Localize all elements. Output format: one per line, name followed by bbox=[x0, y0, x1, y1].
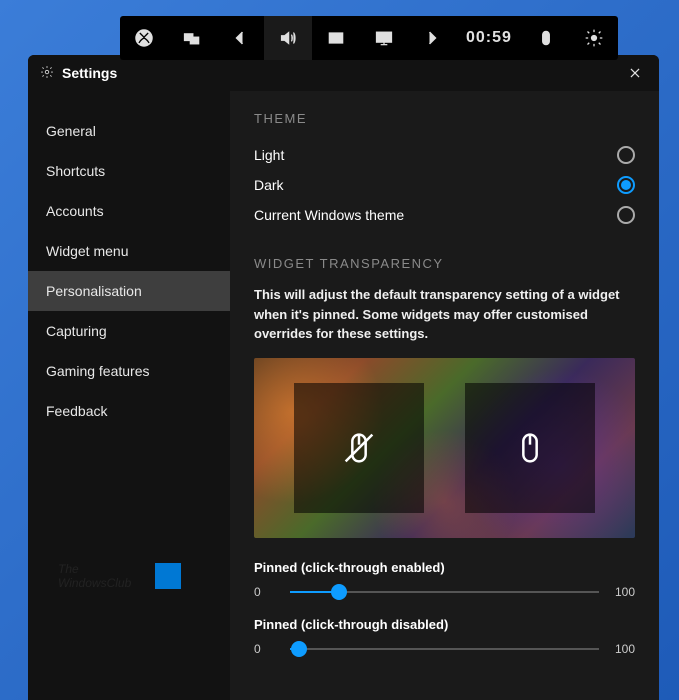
sidebar-item-gaming-features[interactable]: Gaming features bbox=[28, 351, 230, 391]
watermark-square-icon bbox=[155, 563, 181, 589]
theme-option-light[interactable]: Light bbox=[254, 140, 635, 170]
mouse-icon[interactable] bbox=[522, 16, 570, 60]
preview-box-noclickthrough[interactable] bbox=[465, 383, 595, 513]
sidebar-item-shortcuts[interactable]: Shortcuts bbox=[28, 151, 230, 191]
audio-icon[interactable] bbox=[264, 16, 312, 60]
performance-icon[interactable] bbox=[360, 16, 408, 60]
watermark-line2: WindowsClub bbox=[58, 576, 131, 590]
slider-clickthrough-disabled: Pinned (click-through disabled) 0 100 bbox=[254, 617, 635, 656]
chevron-left-icon[interactable] bbox=[216, 16, 264, 60]
slider-max: 100 bbox=[611, 642, 635, 656]
chevron-right-icon[interactable] bbox=[408, 16, 456, 60]
transparency-preview bbox=[254, 358, 635, 538]
settings-content: THEME Light Dark Current Windows theme W… bbox=[230, 91, 659, 700]
theme-option-current-windows[interactable]: Current Windows theme bbox=[254, 200, 635, 230]
panel-header: Settings bbox=[28, 55, 659, 91]
watermark: The WindowsClub bbox=[58, 562, 181, 590]
radio-icon bbox=[617, 206, 635, 224]
xbox-icon[interactable] bbox=[120, 16, 168, 60]
mouse-on-icon bbox=[510, 428, 550, 468]
radio-icon bbox=[617, 146, 635, 164]
sidebar-item-accounts[interactable]: Accounts bbox=[28, 191, 230, 231]
settings-icon[interactable] bbox=[570, 16, 618, 60]
sidebar-item-widget-menu[interactable]: Widget menu bbox=[28, 231, 230, 271]
slider-label: Pinned (click-through disabled) bbox=[254, 617, 635, 632]
settings-sidebar: General Shortcuts Accounts Widget menu P… bbox=[28, 91, 230, 700]
theme-section-title: THEME bbox=[254, 111, 635, 126]
widgets-icon[interactable] bbox=[168, 16, 216, 60]
panel-title: Settings bbox=[62, 65, 117, 81]
sidebar-item-personalisation[interactable]: Personalisation bbox=[28, 271, 230, 311]
sidebar-item-general[interactable]: General bbox=[28, 111, 230, 151]
preview-box-clickthrough[interactable] bbox=[294, 383, 424, 513]
slider-min: 0 bbox=[254, 585, 278, 599]
theme-option-label: Light bbox=[254, 147, 284, 163]
slider-label: Pinned (click-through enabled) bbox=[254, 560, 635, 575]
slider-min: 0 bbox=[254, 642, 278, 656]
transparency-section-title: WIDGET TRANSPARENCY bbox=[254, 256, 635, 271]
slider-track[interactable] bbox=[290, 591, 599, 593]
settings-panel: Settings General Shortcuts Accounts Widg… bbox=[28, 55, 659, 700]
watermark-line1: The bbox=[58, 562, 131, 576]
clock-display: 00:59 bbox=[456, 16, 522, 60]
gear-icon bbox=[40, 65, 54, 82]
sidebar-item-feedback[interactable]: Feedback bbox=[28, 391, 230, 431]
slider-clickthrough-enabled: Pinned (click-through enabled) 0 100 bbox=[254, 560, 635, 599]
theme-option-dark[interactable]: Dark bbox=[254, 170, 635, 200]
slider-track[interactable] bbox=[290, 648, 599, 650]
transparency-description: This will adjust the default transparenc… bbox=[254, 285, 635, 344]
theme-option-label: Dark bbox=[254, 177, 284, 193]
capture-icon[interactable] bbox=[312, 16, 360, 60]
close-button[interactable] bbox=[623, 61, 647, 85]
slider-max: 100 bbox=[611, 585, 635, 599]
theme-option-label: Current Windows theme bbox=[254, 207, 404, 223]
game-bar-toolbar: 00:59 bbox=[120, 16, 618, 60]
mouse-off-icon bbox=[339, 428, 379, 468]
radio-icon-checked bbox=[617, 176, 635, 194]
sidebar-item-capturing[interactable]: Capturing bbox=[28, 311, 230, 351]
